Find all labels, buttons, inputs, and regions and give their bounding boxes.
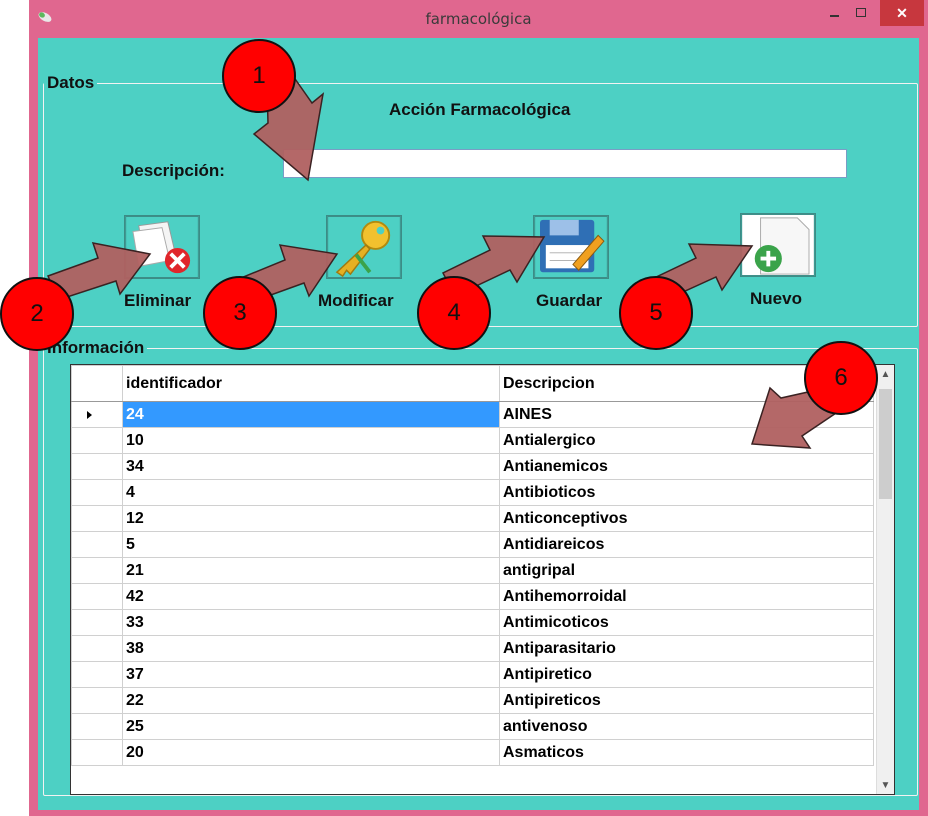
floppy-disk-icon [533, 215, 609, 279]
callout-3: 3 [203, 276, 277, 350]
cell-identificador[interactable]: 12 [122, 505, 500, 532]
current-row-pointer-icon [87, 410, 92, 419]
table-row[interactable]: 38 Antiparasitario [71, 635, 874, 662]
title-bar[interactable]: farmacológica ✕ [29, 0, 928, 38]
grid-header-row: identificador Descripcion [71, 365, 874, 402]
cell-descripcion[interactable]: Antipiretico [499, 661, 874, 688]
table-row[interactable]: 37 Antipiretico [71, 661, 874, 688]
cell-identificador[interactable]: 25 [122, 713, 500, 740]
maximize-icon [856, 8, 866, 17]
row-header-cell[interactable] [71, 479, 123, 506]
row-header-cell[interactable] [71, 739, 123, 766]
results-grid[interactable]: identificador Descripcion 24 AINES 10 Antia… [70, 364, 895, 795]
table-row[interactable]: 5 Antidiareicos [71, 531, 874, 558]
row-header-cell[interactable] [71, 453, 123, 480]
row-header-cell[interactable] [71, 661, 123, 688]
cell-identificador[interactable]: 5 [122, 531, 500, 558]
row-header-cell[interactable] [71, 583, 123, 610]
close-button[interactable]: ✕ [880, 0, 924, 26]
row-header-corner [71, 365, 123, 402]
cell-identificador[interactable]: 10 [122, 427, 500, 454]
cell-identificador[interactable]: 34 [122, 453, 500, 480]
maximize-button[interactable] [848, 0, 874, 26]
vertical-scrollbar[interactable]: ▲ ▼ [876, 365, 894, 794]
table-row[interactable]: 33 Antimicoticos [71, 609, 874, 636]
page-title: Acción Farmacológica [389, 100, 571, 119]
cell-identificador[interactable]: 37 [122, 661, 500, 688]
cell-descripcion[interactable]: Antialergico [499, 427, 874, 454]
table-row[interactable]: 4 Antibioticos [71, 479, 874, 506]
cell-descripcion[interactable]: Antihemorroidal [499, 583, 874, 610]
table-row[interactable]: 24 AINES [71, 401, 874, 428]
cell-identificador[interactable]: 42 [122, 583, 500, 610]
row-header-cell[interactable] [71, 557, 123, 584]
row-header-cell[interactable] [71, 531, 123, 558]
key-icon [326, 215, 402, 279]
cell-descripcion[interactable]: Anticonceptivos [499, 505, 874, 532]
description-input[interactable] [283, 149, 847, 178]
results-table: identificador Descripcion 24 AINES 10 Antia… [71, 365, 874, 766]
table-row[interactable]: 20 Asmaticos [71, 739, 874, 766]
cell-descripcion[interactable]: antigripal [499, 557, 874, 584]
cell-descripcion[interactable]: Antipireticos [499, 687, 874, 714]
table-row[interactable]: 22 Antipireticos [71, 687, 874, 714]
cell-identificador[interactable]: 22 [122, 687, 500, 714]
column-header-identificador[interactable]: identificador [122, 365, 500, 402]
cell-descripcion[interactable]: Antibioticos [499, 479, 874, 506]
cell-identificador[interactable]: 21 [122, 557, 500, 584]
minimize-icon [830, 15, 839, 17]
cell-identificador[interactable]: 20 [122, 739, 500, 766]
cell-descripcion[interactable]: Antianemicos [499, 453, 874, 480]
row-header-cell[interactable] [71, 401, 123, 428]
table-row[interactable]: 10 Antialergico [71, 427, 874, 454]
row-header-cell[interactable] [71, 687, 123, 714]
new-document-icon [740, 213, 816, 277]
description-label: Descripción: [122, 161, 225, 180]
table-row[interactable]: 34 Antianemicos [71, 453, 874, 480]
callout-6: 6 [804, 341, 878, 415]
new-label: Nuevo [750, 289, 802, 308]
cell-identificador[interactable]: 38 [122, 635, 500, 662]
datos-legend: Datos [47, 73, 95, 92]
window-title: farmacológica [425, 10, 532, 28]
scroll-up-arrow-icon[interactable]: ▲ [877, 365, 894, 383]
callout-5: 5 [619, 276, 693, 350]
cell-descripcion[interactable]: Asmaticos [499, 739, 874, 766]
row-header-cell[interactable] [71, 609, 123, 636]
table-row[interactable]: 12 Anticonceptivos [71, 505, 874, 532]
scroll-down-arrow-icon[interactable]: ▼ [877, 776, 894, 794]
delete-icon [124, 215, 200, 279]
scrollbar-thumb[interactable] [879, 389, 892, 499]
callout-2: 2 [0, 277, 74, 351]
table-row[interactable]: 25 antivenoso [71, 713, 874, 740]
callout-1: 1 [222, 39, 296, 113]
cell-descripcion[interactable]: Antimicoticos [499, 609, 874, 636]
cell-identificador[interactable]: 4 [122, 479, 500, 506]
table-row[interactable]: 21 antigripal [71, 557, 874, 584]
cell-identificador[interactable]: 33 [122, 609, 500, 636]
table-row[interactable]: 42 Antihemorroidal [71, 583, 874, 610]
cell-descripcion[interactable]: Antiparasitario [499, 635, 874, 662]
cell-identificador[interactable]: 24 [122, 401, 500, 428]
row-header-cell[interactable] [71, 713, 123, 740]
cell-descripcion[interactable]: Antidiareicos [499, 531, 874, 558]
row-header-cell[interactable] [71, 635, 123, 662]
close-icon: ✕ [896, 4, 908, 21]
callout-4: 4 [417, 276, 491, 350]
row-header-cell[interactable] [71, 505, 123, 532]
cell-descripcion[interactable]: antivenoso [499, 713, 874, 740]
minimize-button[interactable] [822, 0, 848, 26]
row-header-cell[interactable] [71, 427, 123, 454]
